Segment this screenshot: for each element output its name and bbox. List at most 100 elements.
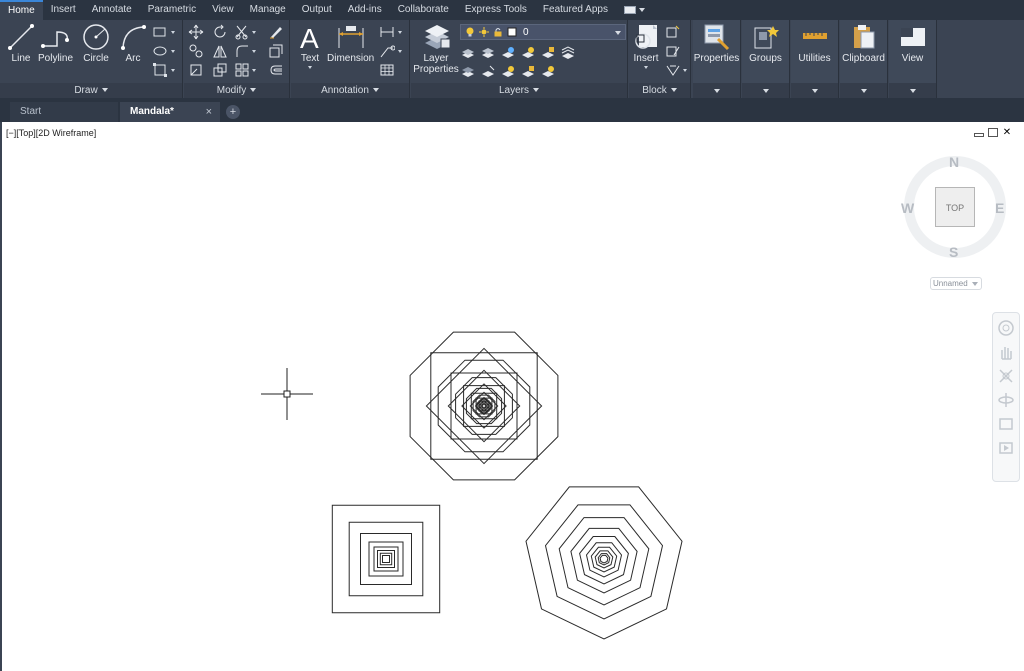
explode-icon[interactable] — [268, 43, 284, 59]
polyline-label: Polyline — [38, 53, 74, 64]
ribbon-tab-collaborate[interactable]: Collaborate — [390, 0, 457, 20]
inscribed-square[interactable] — [450, 372, 518, 440]
circle-tool-button[interactable]: Circle — [81, 22, 111, 64]
rotated-square[interactable] — [469, 391, 499, 421]
stretch-icon[interactable] — [188, 62, 204, 78]
polyline-tool-button[interactable]: Polyline — [38, 22, 73, 64]
dimension-icon — [338, 26, 364, 48]
insert-button[interactable]: Insert — [631, 22, 661, 69]
ribbon-tab-view[interactable]: View — [204, 0, 242, 20]
fillet-icon[interactable] — [234, 43, 250, 59]
groups-panel-button[interactable]: Groups — [742, 20, 790, 98]
insert-dropdown — [644, 66, 648, 69]
center-square[interactable] — [480, 402, 488, 410]
layer-tool-icon-1[interactable] — [460, 45, 476, 61]
layer-tool-icon-11[interactable] — [540, 64, 556, 80]
close-viewport-icon[interactable]: ✕ — [1002, 128, 1012, 138]
drawing-area[interactable]: [−][Top][2D Wireframe] ✕ N S E W TOP Unn… — [0, 122, 1024, 671]
inscribed-square[interactable] — [430, 352, 538, 460]
layer-tool-icon-9[interactable] — [500, 64, 516, 80]
center-square[interactable] — [480, 402, 488, 410]
ribbon-tab-annotate[interactable]: Annotate — [84, 0, 140, 20]
hatch-icon[interactable] — [152, 43, 168, 59]
autocad-window: Home Insert Annotate Parametric View Manage Ou… — [0, 0, 1024, 671]
groups-label: Groups — [749, 53, 782, 64]
leader-icon[interactable] — [379, 43, 395, 59]
block-panel-title[interactable]: Block — [629, 83, 690, 98]
erase-icon[interactable] — [268, 24, 284, 40]
nested-heptagon[interactable] — [599, 554, 609, 564]
array-icon[interactable] — [234, 62, 250, 78]
ribbon-tab-add-ins[interactable]: Add-ins — [340, 0, 390, 20]
ribbon-display-toggle[interactable] — [623, 6, 645, 14]
modify-panel-title[interactable]: Modify — [184, 83, 289, 98]
move-icon[interactable] — [188, 24, 204, 40]
annotation-panel-title[interactable]: Annotation — [291, 83, 409, 98]
layer-tool-icon-8[interactable] — [480, 64, 496, 80]
ribbon-tab-featured-apps[interactable]: Featured Apps — [535, 0, 616, 20]
heptagon-mandala[interactable] — [525, 486, 683, 640]
create-block-icon[interactable] — [665, 24, 681, 40]
layer-properties-button[interactable]: Layer Properties — [413, 22, 459, 75]
rectangle-icon[interactable] — [152, 24, 168, 40]
layer-tool-icon-10[interactable] — [520, 64, 536, 80]
dimension-tool-button[interactable]: Dimension — [327, 22, 374, 64]
ribbon-tab-parametric[interactable]: Parametric — [140, 0, 204, 20]
copy-icon[interactable] — [188, 43, 204, 59]
ribbon-tab-express-tools[interactable]: Express Tools — [457, 0, 535, 20]
layer-tool-icon-4[interactable] — [520, 45, 536, 61]
layer-dropdown[interactable]: 0 — [460, 24, 626, 40]
close-tab-icon[interactable]: × — [206, 102, 212, 122]
layer-tool-icon-5[interactable] — [540, 45, 556, 61]
circle-icon — [83, 24, 109, 50]
layer-tool-icon-2[interactable] — [480, 45, 496, 61]
start-tab[interactable]: Start — [10, 102, 118, 122]
rectangle-dropdown — [171, 31, 175, 34]
layer-tool-icon-7[interactable] — [460, 64, 476, 80]
octagon-outline[interactable] — [409, 331, 559, 481]
octagon-outline[interactable] — [437, 359, 531, 453]
linear-dimension-icon[interactable] — [379, 24, 395, 40]
draw-panel-title[interactable]: Draw — [0, 83, 182, 98]
block-panel: Insert Block — [629, 20, 691, 98]
block-attributes-icon[interactable] — [665, 62, 681, 78]
mirror-icon[interactable] — [212, 43, 228, 59]
octagon-mandala[interactable] — [409, 331, 559, 481]
center-square[interactable] — [482, 404, 486, 408]
ribbon-tab-home[interactable]: Home — [0, 0, 43, 20]
layer-tool-icon-3[interactable] — [500, 45, 516, 61]
scale-icon[interactable] — [212, 62, 228, 78]
rotate-icon[interactable] — [212, 24, 228, 40]
nested-square[interactable] — [360, 533, 412, 585]
nested-square[interactable] — [331, 504, 441, 614]
line-tool-button[interactable]: Line — [6, 22, 36, 64]
region-icon[interactable] — [152, 62, 168, 78]
rotated-square[interactable] — [461, 383, 507, 429]
utilities-panel-button[interactable]: Utilities — [791, 20, 839, 98]
offset-icon[interactable] — [268, 62, 284, 78]
view-panel-button[interactable]: View — [889, 20, 937, 98]
trim-icon[interactable] — [234, 24, 250, 40]
ribbon-tab-insert[interactable]: Insert — [43, 0, 84, 20]
layer-tool-icon-6[interactable] — [560, 45, 576, 61]
layers-panel-title[interactable]: Layers — [411, 83, 627, 98]
nested-heptagon[interactable] — [544, 504, 664, 620]
octagon-outline[interactable] — [455, 377, 513, 435]
block-attributes-dropdown — [683, 69, 687, 72]
ribbon-tab-output[interactable]: Output — [294, 0, 340, 20]
text-tool-button[interactable]: A Text — [297, 22, 323, 69]
table-icon[interactable] — [379, 62, 395, 78]
clipboard-panel-button[interactable]: Clipboard — [840, 20, 888, 98]
rotated-square[interactable] — [425, 347, 543, 465]
edit-block-icon[interactable] — [665, 43, 681, 59]
nested-square[interactable] — [382, 555, 390, 563]
rotated-square[interactable] — [447, 369, 521, 443]
new-tab-button[interactable]: + — [226, 105, 240, 119]
mandala-tab[interactable]: Mandala* × — [120, 102, 220, 122]
properties-panel-button[interactable]: Properties — [693, 20, 741, 98]
arc-tool-button[interactable]: Arc — [118, 22, 148, 64]
square-mandala[interactable] — [331, 504, 441, 614]
ribbon-tab-manage[interactable]: Manage — [242, 0, 294, 20]
block-title-text: Block — [642, 85, 667, 96]
view-icon — [901, 28, 925, 46]
